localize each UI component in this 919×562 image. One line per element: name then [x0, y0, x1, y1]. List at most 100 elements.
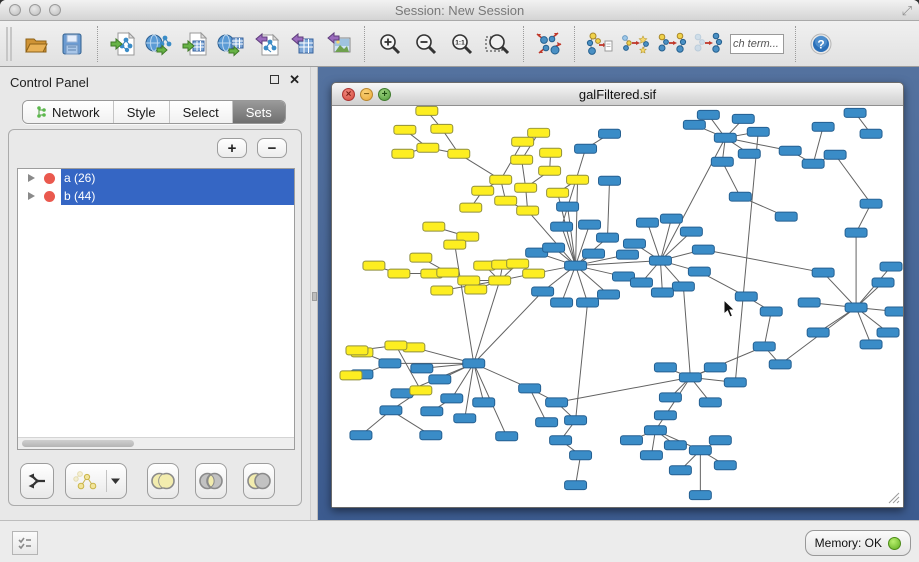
status-bar: Memory: OK	[0, 520, 919, 562]
export-image-button[interactable]	[321, 24, 357, 64]
set-color-icon	[44, 173, 55, 184]
graph-node	[697, 110, 719, 119]
export-network-button[interactable]	[249, 24, 285, 64]
disclosure-triangle-icon[interactable]	[28, 192, 35, 200]
apply-layout-button[interactable]	[531, 24, 567, 64]
tab-select[interactable]: Select	[169, 101, 232, 123]
zoom-1-1-button[interactable]: 1:1	[444, 24, 480, 64]
graph-node	[769, 360, 791, 369]
graph-node	[528, 128, 550, 137]
network-canvas-svg[interactable]	[332, 106, 903, 507]
import-network-file-button[interactable]	[105, 24, 141, 64]
open-session-button[interactable]	[18, 24, 54, 64]
graph-node	[441, 394, 463, 403]
set-color-icon	[44, 191, 55, 202]
graph-node	[630, 278, 652, 287]
control-panel-title: Control Panel	[10, 75, 89, 90]
search-input[interactable]	[730, 34, 784, 54]
graph-node	[689, 491, 711, 500]
import-network-file-icon	[110, 31, 137, 57]
graph-node	[597, 233, 619, 242]
zoom-in-button[interactable]	[372, 24, 408, 64]
graph-node	[844, 108, 866, 117]
graph-node	[423, 222, 445, 231]
list-item-set-b[interactable]: b (44)	[18, 187, 294, 205]
tab-network[interactable]: Network	[23, 101, 113, 123]
graph-node	[454, 414, 476, 423]
graph-node	[489, 276, 511, 285]
graph-node	[536, 418, 558, 427]
graph-node	[512, 137, 534, 146]
save-session-button[interactable]	[54, 24, 90, 64]
memory-label: Memory: OK	[815, 536, 882, 550]
zoom-selected-button[interactable]	[480, 24, 516, 64]
graph-node	[729, 192, 751, 201]
horizontal-scrollbar[interactable]	[18, 437, 294, 449]
new-network-from-selection-file-button[interactable]	[582, 24, 618, 64]
network-view-titlebar[interactable]: × − + galFiltered.sif	[332, 83, 903, 106]
graph-node	[812, 122, 834, 131]
splitter-handle-icon[interactable]	[312, 292, 317, 301]
tab-sets[interactable]: Sets	[232, 101, 285, 123]
difference-button[interactable]	[243, 463, 275, 499]
graph-node	[738, 149, 760, 158]
graph-node	[779, 146, 801, 155]
graph-node	[692, 245, 714, 254]
control-panel-tabs: Network Style Select Sets	[22, 100, 286, 124]
graph-node	[636, 218, 658, 227]
svg-text:?: ?	[817, 37, 824, 51]
graph-node	[540, 148, 562, 157]
graph-node	[437, 268, 459, 277]
new-network-selected-nodes-all-edges-button[interactable]	[654, 24, 690, 64]
memory-ok-icon	[888, 537, 901, 550]
resize-grip-icon[interactable]	[886, 490, 900, 504]
zoom-out-button[interactable]	[408, 24, 444, 64]
network-canvas[interactable]	[332, 106, 903, 507]
import-table-web-icon	[217, 31, 245, 57]
split-arrows-icon	[26, 470, 48, 492]
memory-status-button[interactable]: Memory: OK	[805, 530, 911, 556]
task-history-button[interactable]	[12, 531, 38, 555]
graph-node	[812, 268, 834, 277]
set-label: b (44)	[61, 187, 294, 205]
panel-splitter[interactable]	[310, 67, 318, 520]
float-panel-icon[interactable]	[270, 75, 279, 84]
graph-node	[517, 206, 539, 215]
union-icon	[149, 471, 177, 491]
graph-node	[620, 436, 642, 445]
fullscreen-icon[interactable]: ⤢	[902, 3, 912, 19]
graph-node	[363, 261, 385, 270]
graph-node	[346, 346, 368, 355]
new-network-selected-nodes-edges-button[interactable]	[618, 24, 654, 64]
import-table-file-button[interactable]	[177, 24, 213, 64]
mouse-cursor	[723, 299, 736, 318]
union-button[interactable]	[147, 463, 179, 499]
title-bar[interactable]: Session: New Session ⤢	[0, 0, 919, 21]
graph-node	[599, 176, 621, 185]
graph-node	[579, 220, 601, 229]
zoom-out-icon	[413, 31, 439, 57]
disclosure-triangle-icon[interactable]	[28, 174, 35, 182]
add-set-button[interactable]: +	[217, 138, 247, 158]
graph-node	[664, 441, 686, 450]
network-view-title: galFiltered.sif	[332, 87, 903, 102]
network-view-window[interactable]: × − + galFiltered.sif	[331, 82, 904, 508]
intersection-button[interactable]	[195, 463, 227, 499]
list-item-set-a[interactable]: a (26)	[18, 169, 294, 187]
graph-node	[460, 203, 482, 212]
new-network-from-selection-button[interactable]	[690, 24, 726, 64]
import-table-web-button[interactable]	[213, 24, 249, 64]
network-tab-icon	[36, 106, 47, 118]
tab-style[interactable]: Style	[113, 101, 169, 123]
import-network-web-button[interactable]	[141, 24, 177, 64]
export-table-button[interactable]	[285, 24, 321, 64]
graph-node	[379, 359, 401, 368]
close-panel-icon[interactable]: ✕	[289, 75, 300, 84]
create-set-from-network-button[interactable]	[65, 463, 127, 499]
help-button[interactable]: ?	[803, 24, 839, 64]
zoom-1-1-icon: 1:1	[449, 31, 475, 57]
graph-node	[583, 249, 605, 258]
split-sets-button[interactable]	[20, 463, 54, 499]
scrollbar-thumb[interactable]	[22, 440, 134, 447]
remove-set-button[interactable]: −	[257, 138, 287, 158]
